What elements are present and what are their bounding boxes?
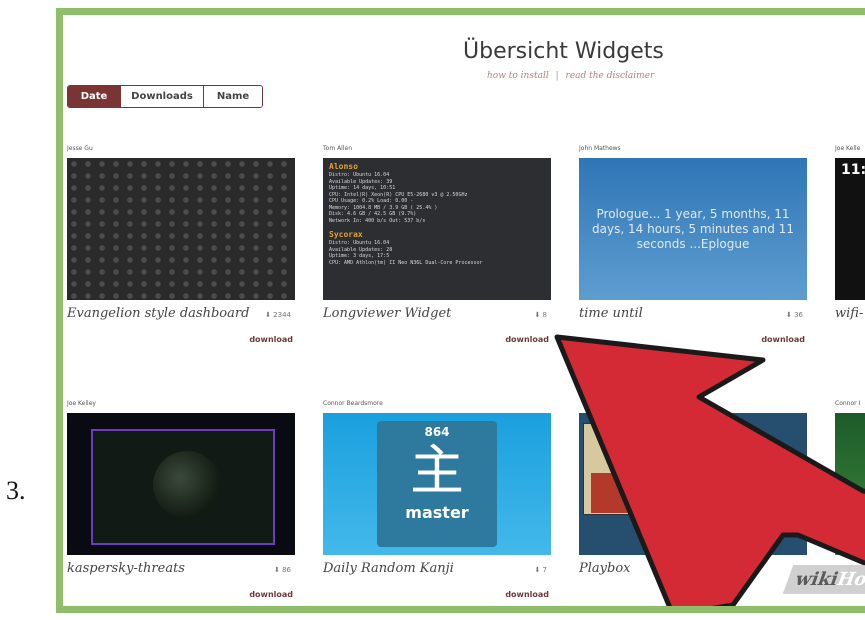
pointer-arrow-icon bbox=[554, 334, 865, 606]
wikihow-watermark: wikiHow bbox=[782, 565, 865, 594]
step-number: 3. bbox=[6, 476, 26, 505]
widget-gallery-page: Übersicht Widgets how to install | read … bbox=[63, 15, 865, 606]
screenshot-frame: Übersicht Widgets how to install | read … bbox=[56, 8, 865, 613]
